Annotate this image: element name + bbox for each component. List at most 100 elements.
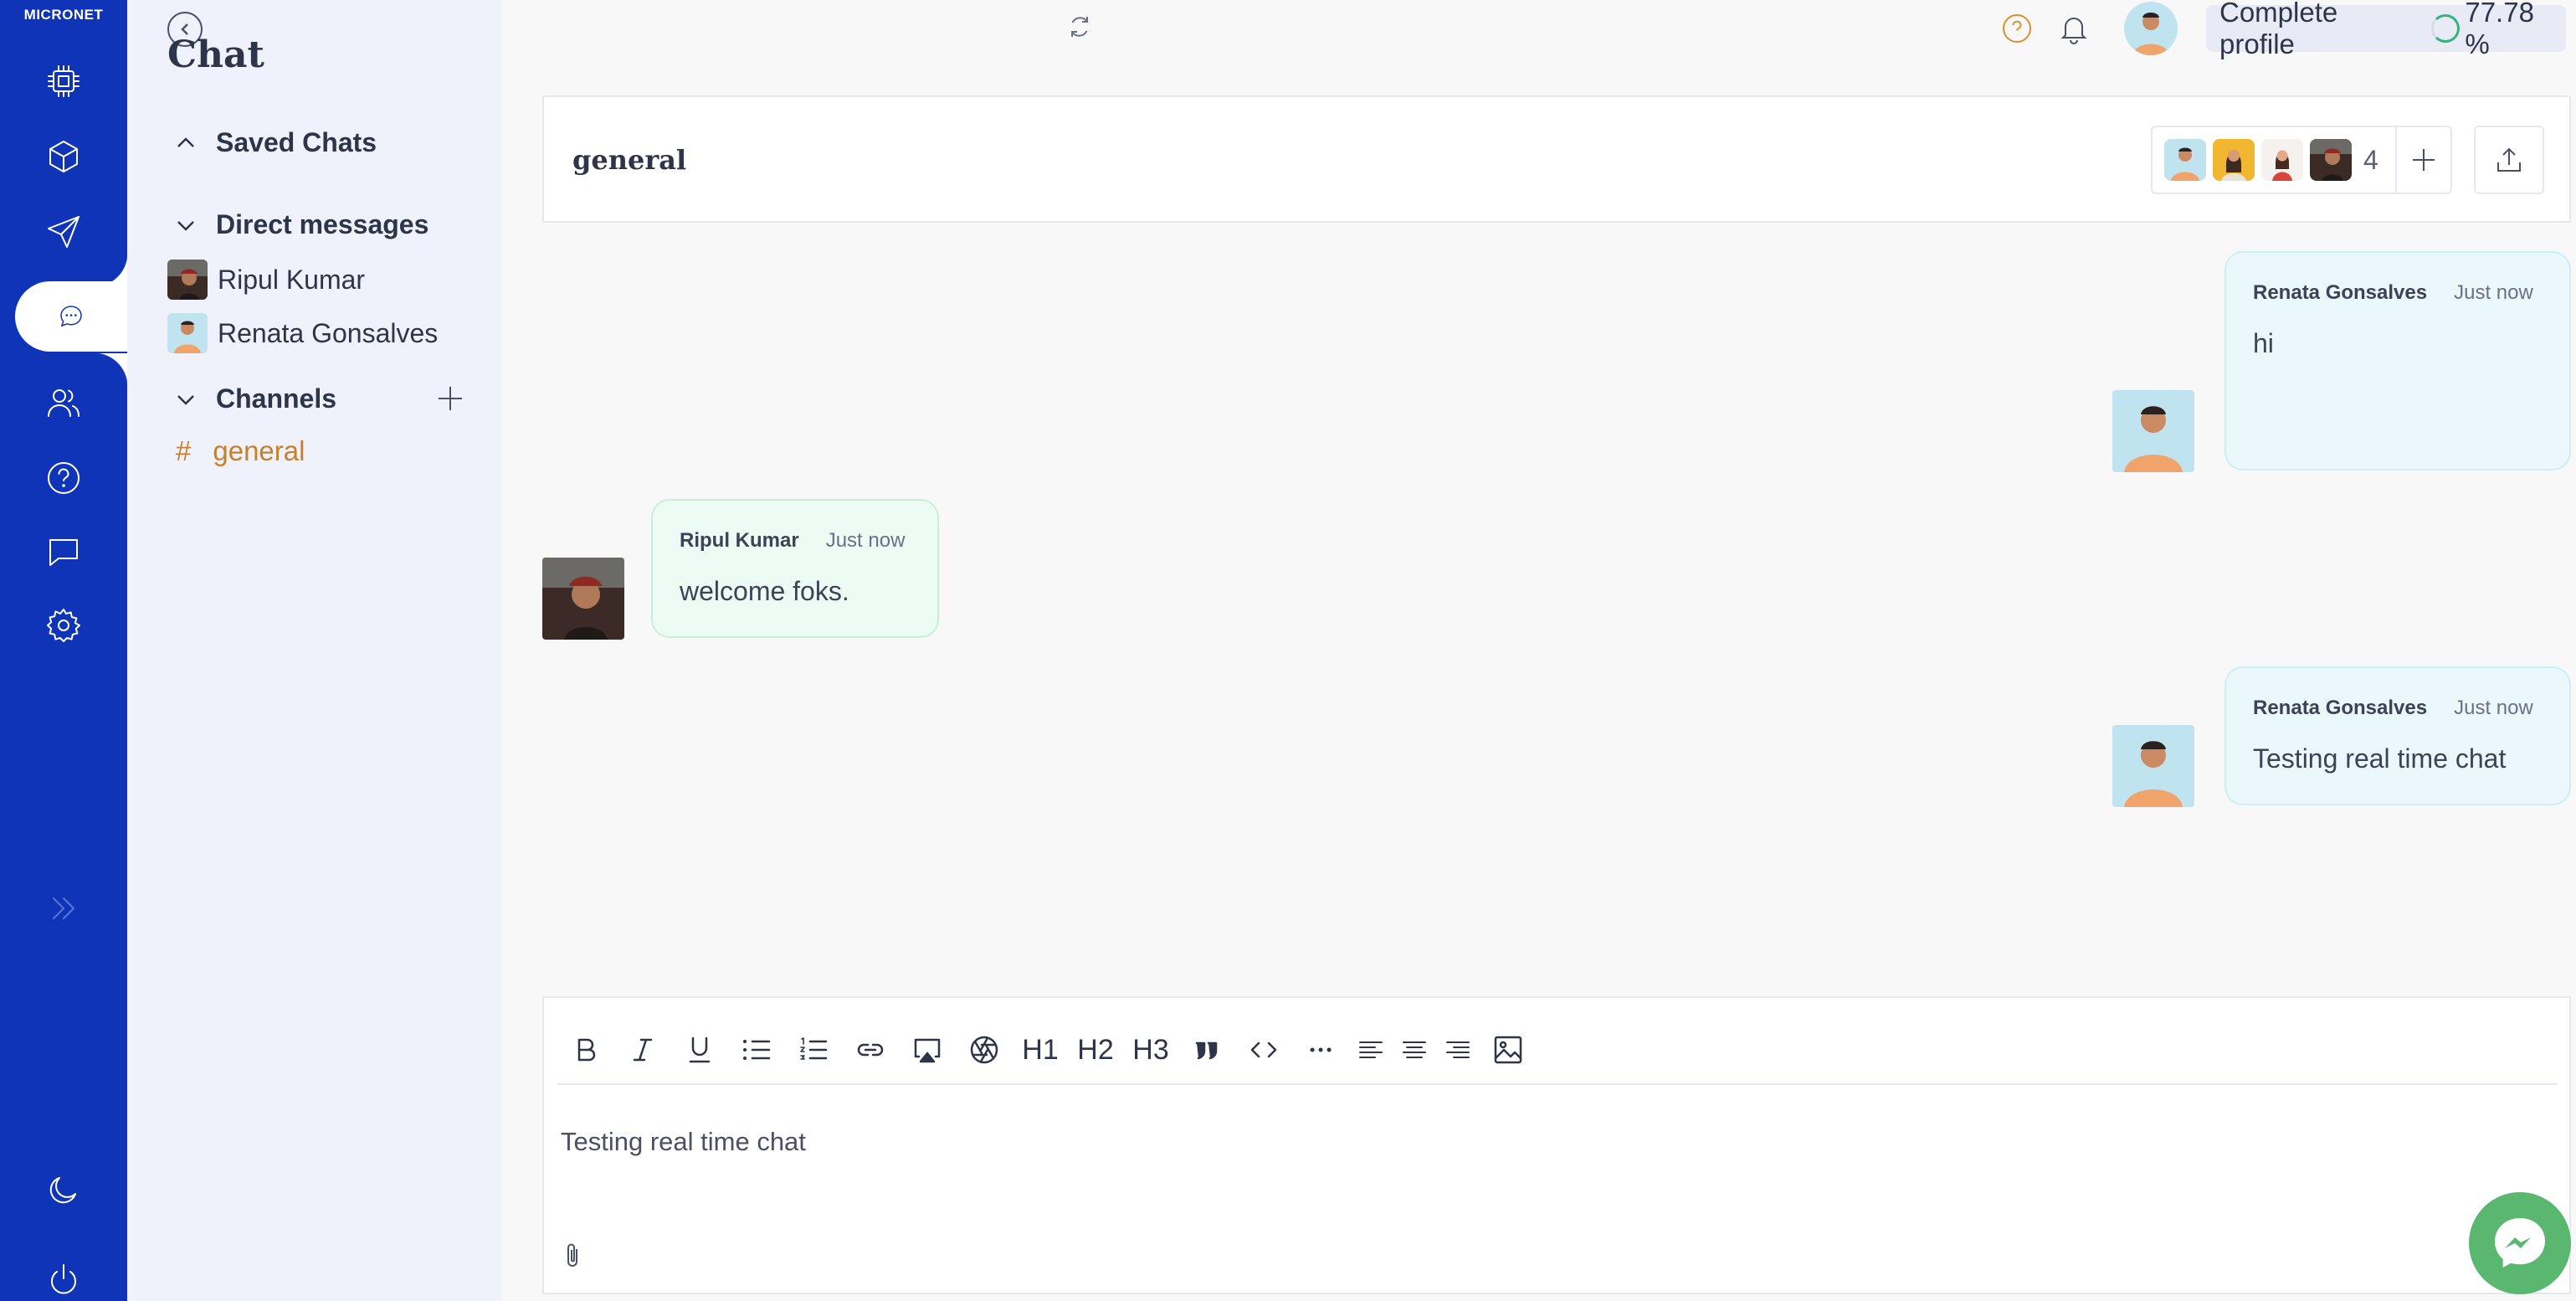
add-member-button[interactable] bbox=[2395, 127, 2450, 193]
message-text: Testing real time chat bbox=[2253, 743, 2507, 774]
more-horizontal-icon bbox=[1310, 1047, 1332, 1052]
italic-icon bbox=[633, 1038, 653, 1062]
messenger-fab[interactable] bbox=[2469, 1192, 2571, 1294]
upload-icon bbox=[2497, 147, 2521, 172]
rail-messages-button[interactable] bbox=[0, 514, 127, 589]
channels-toggle[interactable]: Channels bbox=[174, 383, 336, 414]
page-title: Chat bbox=[167, 33, 264, 76]
airplay-icon bbox=[914, 1038, 941, 1063]
refresh-button[interactable] bbox=[1065, 12, 1095, 42]
complete-profile-label: Complete profile bbox=[2219, 0, 2338, 59]
message-editor: H1 H2 H3 Testing real time chat bbox=[542, 996, 2571, 1294]
power-icon bbox=[51, 1264, 76, 1294]
hash-icon: # bbox=[176, 435, 192, 466]
link-button[interactable] bbox=[842, 1025, 899, 1075]
code-button[interactable] bbox=[1235, 1025, 1292, 1075]
channels-label: Channels bbox=[216, 383, 337, 414]
cube-icon bbox=[49, 141, 78, 172]
more-button[interactable] bbox=[1292, 1025, 1349, 1075]
avatar[interactable] bbox=[542, 558, 624, 640]
plus-icon bbox=[439, 387, 462, 410]
chevron-down-icon bbox=[177, 220, 194, 231]
user-avatar[interactable] bbox=[2124, 2, 2178, 55]
underline-icon bbox=[689, 1036, 711, 1063]
members-group[interactable]: 4 bbox=[2151, 126, 2452, 194]
rail-box-button[interactable] bbox=[0, 119, 127, 194]
align-left-icon bbox=[1359, 1041, 1383, 1058]
link-icon bbox=[857, 1043, 884, 1057]
message-author: Renata Gonsalves bbox=[2253, 281, 2428, 304]
bold-button[interactable] bbox=[557, 1025, 614, 1075]
chat-sidebar: Chat Saved Chats Direct messages Ripul K… bbox=[127, 0, 502, 1301]
chat-bubble-icon bbox=[60, 306, 82, 327]
channel-item-general[interactable]: # general bbox=[176, 435, 305, 467]
heading-2-button[interactable]: H2 bbox=[1068, 1025, 1123, 1075]
add-channel-button[interactable] bbox=[434, 382, 467, 415]
editor-toolbar: H1 H2 H3 bbox=[557, 1016, 2558, 1085]
message-author: Ripul Kumar bbox=[680, 529, 799, 552]
notifications-button[interactable] bbox=[2057, 12, 2091, 45]
rail-logout-button[interactable] bbox=[0, 1242, 127, 1301]
align-center-button[interactable] bbox=[1393, 1025, 1436, 1075]
message-time: Just now bbox=[2454, 281, 2533, 304]
direct-messages-label: Direct messages bbox=[216, 209, 429, 239]
dm-name: Renata Gonsalves bbox=[218, 317, 439, 348]
rail-chip-button[interactable] bbox=[0, 44, 127, 119]
member-avatar bbox=[2164, 139, 2206, 181]
complete-profile-button[interactable]: Complete profile 77.78 % bbox=[2206, 0, 2566, 59]
member-avatar bbox=[2261, 139, 2303, 181]
export-button[interactable] bbox=[2474, 126, 2544, 194]
send-icon bbox=[48, 216, 80, 248]
dm-item-renata-gonsalves[interactable]: Renata Gonsalves bbox=[167, 313, 438, 353]
image-icon bbox=[1494, 1036, 1522, 1064]
heading-1-button[interactable]: H1 bbox=[1013, 1025, 1068, 1075]
help-circle-icon bbox=[48, 462, 80, 494]
camera-button[interactable] bbox=[956, 1025, 1013, 1075]
insert-image-button[interactable] bbox=[1480, 1025, 1537, 1075]
align-right-button[interactable] bbox=[1436, 1025, 1480, 1075]
italic-button[interactable] bbox=[614, 1025, 671, 1075]
moon-icon bbox=[49, 1177, 76, 1204]
member-count: 4 bbox=[2363, 144, 2378, 175]
app-rail: MICRONET bbox=[0, 0, 127, 1301]
rail-users-button[interactable] bbox=[0, 365, 127, 440]
embed-button[interactable] bbox=[899, 1025, 956, 1075]
progress-ring-icon bbox=[2431, 14, 2461, 43]
avatar[interactable] bbox=[2112, 725, 2194, 807]
bold-icon bbox=[577, 1038, 596, 1062]
double-chevron-right-icon bbox=[53, 897, 74, 919]
avatar bbox=[167, 260, 208, 300]
dm-item-ripul-kumar[interactable]: Ripul Kumar bbox=[167, 260, 365, 300]
help-circle-icon bbox=[2003, 14, 2031, 43]
help-button[interactable] bbox=[2000, 12, 2034, 45]
chevron-down-icon bbox=[177, 394, 194, 405]
saved-chats-toggle[interactable]: Saved Chats bbox=[174, 127, 377, 158]
message-bubble: Renata Gonsalves Just now hi bbox=[2224, 251, 2571, 471]
channel-header: general 4 bbox=[542, 95, 2571, 223]
bullet-list-button[interactable] bbox=[728, 1025, 785, 1075]
blockquote-button[interactable] bbox=[1178, 1025, 1235, 1075]
message-input[interactable]: Testing real time chat bbox=[561, 1127, 806, 1157]
rail-theme-button[interactable] bbox=[0, 1152, 127, 1227]
rail-settings-button[interactable] bbox=[0, 588, 127, 663]
rail-expand-button[interactable] bbox=[0, 871, 127, 946]
heading-3-button[interactable]: H3 bbox=[1123, 1025, 1178, 1075]
direct-messages-toggle[interactable]: Direct messages bbox=[174, 209, 428, 240]
member-avatar bbox=[2213, 139, 2255, 181]
underline-button[interactable] bbox=[671, 1025, 728, 1075]
paperclip-icon bbox=[567, 1243, 577, 1267]
plus-icon bbox=[2413, 149, 2435, 171]
ordered-list-button[interactable] bbox=[785, 1025, 842, 1075]
avatar[interactable] bbox=[2112, 390, 2194, 472]
message-time: Just now bbox=[825, 529, 906, 552]
rail-chat-button[interactable] bbox=[15, 281, 127, 352]
chevron-up-icon bbox=[177, 136, 194, 147]
message-bubble: Ripul Kumar Just now welcome foks. bbox=[651, 499, 939, 638]
rail-help-button[interactable] bbox=[0, 440, 127, 516]
message-bubble: Renata Gonsalves Just now Testing real t… bbox=[2224, 666, 2571, 805]
profile-completion: 77.78 % bbox=[2465, 0, 2534, 59]
messenger-icon bbox=[2495, 1218, 2545, 1268]
attach-button[interactable] bbox=[561, 1241, 586, 1271]
brand-logo: MICRONET bbox=[23, 7, 104, 23]
align-left-button[interactable] bbox=[1349, 1025, 1393, 1075]
